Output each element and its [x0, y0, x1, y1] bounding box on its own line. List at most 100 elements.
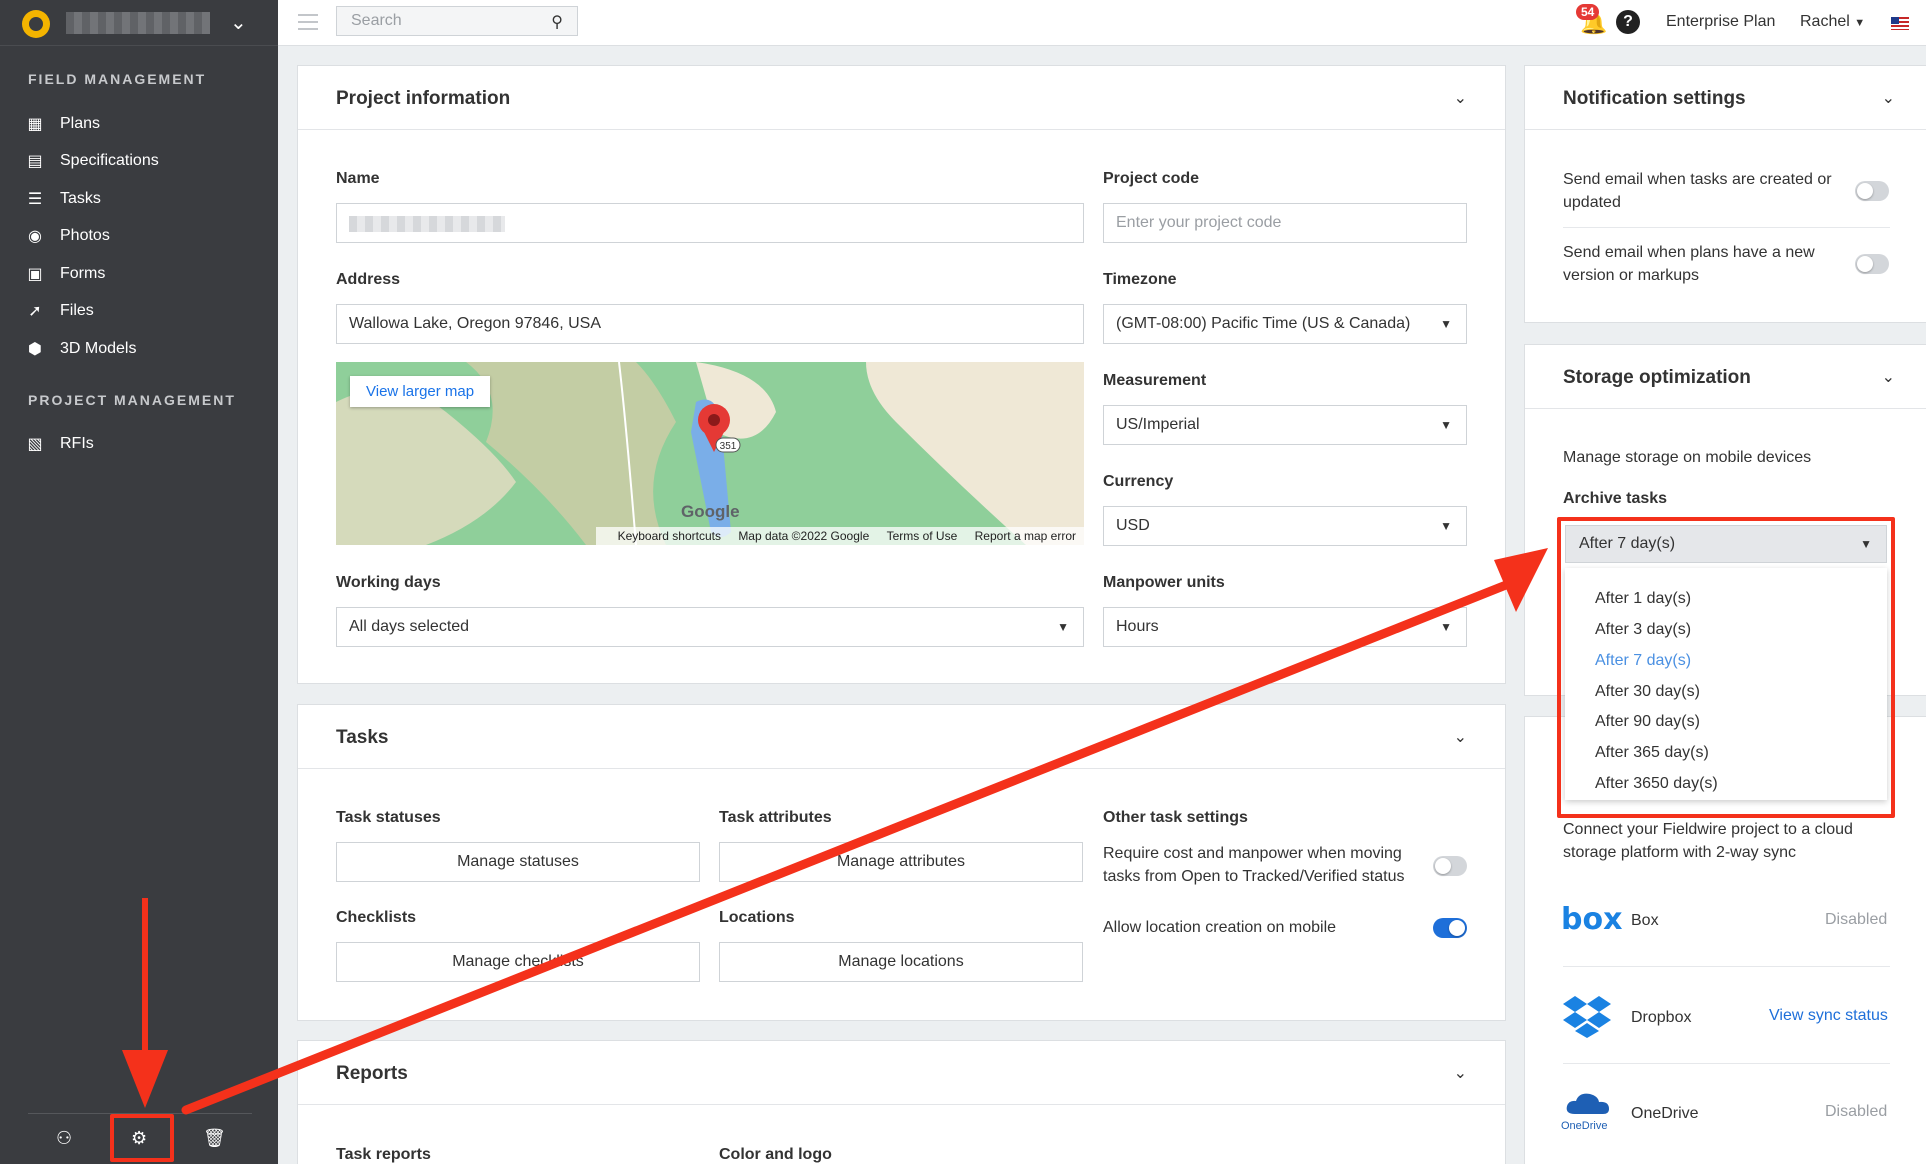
sidebar-item-photos[interactable]: ◉ Photos [26, 221, 266, 251]
task-reports-label: Task reports [336, 1146, 431, 1163]
manage-attributes-button[interactable]: Manage attributes [719, 842, 1083, 882]
allow-location-toggle[interactable] [1433, 918, 1467, 938]
name-value-redacted [349, 216, 505, 232]
sidebar-item-label: Photos [60, 227, 110, 244]
sidebar-item-rfis[interactable]: ▧ RFIs [26, 429, 266, 459]
sidebar-item-label: Tasks [60, 190, 101, 207]
chevron-down-icon[interactable]: ⌄ [1882, 88, 1895, 108]
sidebar-item-label: 3D Models [60, 340, 137, 357]
manpower-units-select[interactable]: Hours ▼ [1103, 607, 1467, 647]
task-attributes-label: Task attributes [719, 809, 832, 826]
reports-card: Reports ⌄ [297, 1040, 1506, 1164]
currency-value: USD [1116, 517, 1150, 534]
notify-tasks-text: Send email when tasks are created or upd… [1563, 171, 1832, 211]
card-title: Storage optimization [1563, 367, 1751, 388]
dropbox-name: Dropbox [1631, 1009, 1692, 1026]
measurement-value: US/Imperial [1116, 416, 1200, 433]
onedrive-name: OneDrive [1631, 1105, 1699, 1122]
help-icon[interactable]: ? [1616, 10, 1640, 34]
measurement-select[interactable]: US/Imperial ▼ [1103, 405, 1467, 445]
caret-down-icon: ▼ [1057, 620, 1069, 634]
manage-locations-button[interactable]: Manage locations [719, 942, 1083, 982]
sidebar-item-3d-models[interactable]: ⬢ 3D Models [26, 334, 266, 364]
people-icon[interactable]: ⚇ [56, 1128, 72, 1149]
keyboard-shortcuts-link[interactable]: Keyboard shortcuts [618, 529, 721, 543]
address-label: Address [336, 271, 401, 288]
plan-link[interactable]: Enterprise Plan [1666, 13, 1775, 31]
notify-tasks-toggle[interactable] [1855, 181, 1889, 201]
manage-checklists-button[interactable]: Manage checklists [336, 942, 700, 982]
box-logo: box [1561, 902, 1623, 937]
section-field-management: FIELD MANAGEMENT [28, 71, 207, 87]
user-name: Rachel [1800, 13, 1850, 30]
manpower-units-label: Manpower units [1103, 574, 1225, 591]
map-footer: Keyboard shortcuts Map data ©2022 Google… [595, 527, 1084, 545]
trash-icon[interactable]: 🗑 [203, 1128, 226, 1149]
caret-down-icon: ▼ [1440, 418, 1452, 432]
name-field[interactable] [336, 203, 1084, 243]
chevron-down-icon[interactable]: ⌄ [1454, 727, 1467, 747]
tasks-header[interactable]: Tasks ⌄ [298, 705, 1505, 769]
fieldwire-logo-icon [22, 10, 50, 38]
other-task-settings-label: Other task settings [1103, 809, 1248, 826]
notification-settings-header[interactable]: Notification settings ⌄ [1525, 66, 1926, 130]
caret-down-icon: ▼ [1440, 519, 1452, 533]
cube-icon: ⬢ [28, 341, 42, 358]
project-switcher[interactable]: ⌄ [0, 0, 278, 46]
sidebar-item-files[interactable]: ➚ Files [26, 296, 266, 326]
sidebar-item-label: Forms [60, 265, 106, 282]
sidebar-item-tasks[interactable]: ☰ Tasks [26, 184, 266, 214]
address-field[interactable]: Wallowa Lake, Oregon 97846, USA [336, 304, 1084, 344]
manage-storage-text: Manage storage on mobile devices [1563, 449, 1812, 466]
sidebar-item-specifications[interactable]: ▤ Specifications [26, 146, 266, 176]
user-menu[interactable]: Rachel ▼ [1800, 13, 1865, 31]
paperclip-icon: ➚ [28, 303, 42, 320]
chevron-down-icon[interactable]: ⌄ [1882, 367, 1895, 387]
chevron-down-icon[interactable]: ⌄ [230, 10, 247, 35]
card-title: Project information [336, 88, 511, 109]
terms-of-use-link[interactable]: Terms of Use [887, 529, 958, 543]
currency-select[interactable]: USD ▼ [1103, 506, 1467, 546]
search-box: ⚲ [336, 6, 578, 36]
onedrive-logo-label: OneDrive [1561, 1120, 1608, 1132]
name-label: Name [336, 170, 380, 187]
sidebar-item-forms[interactable]: ▣ Forms [26, 259, 266, 289]
chevron-down-icon[interactable]: ⌄ [1454, 1063, 1467, 1083]
manage-statuses-button[interactable]: Manage statuses [336, 842, 700, 882]
notify-plans-text: Send email when plans have a new version… [1563, 244, 1815, 284]
notify-plans-toggle[interactable] [1855, 254, 1889, 274]
integrations-description: Connect your Fieldwire project to a clou… [1563, 821, 1853, 861]
caret-down-icon: ▼ [1440, 317, 1452, 331]
google-logo: Google [681, 502, 740, 521]
project-name-redacted [66, 12, 210, 34]
reports-header[interactable]: Reports ⌄ [298, 1041, 1505, 1105]
sidebar-item-plans[interactable]: ▦ Plans [26, 109, 266, 139]
chevron-down-icon[interactable]: ⌄ [1454, 88, 1467, 108]
view-sync-status-link[interactable]: View sync status [1769, 1007, 1888, 1025]
report-map-error-link[interactable]: Report a map error [975, 529, 1076, 543]
map-data-text: Map data ©2022 Google [738, 529, 870, 543]
sidebar-item-label: RFIs [60, 435, 94, 452]
search-input[interactable] [337, 7, 537, 35]
dropbox-logo-icon [1563, 994, 1611, 1038]
require-cost-text: Require cost and manpower when moving ta… [1103, 845, 1405, 885]
timezone-select[interactable]: (GMT-08:00) Pacific Time (US & Canada) ▼ [1103, 304, 1467, 344]
timezone-value: (GMT-08:00) Pacific Time (US & Canada) [1116, 315, 1411, 332]
project-code-field[interactable]: Enter your project code [1103, 203, 1467, 243]
card-title: Tasks [336, 727, 389, 748]
require-cost-toggle[interactable] [1433, 856, 1467, 876]
working-days-select[interactable]: All days selected ▼ [336, 607, 1084, 647]
us-flag-icon[interactable] [1891, 17, 1909, 30]
hamburger-menu-icon[interactable] [298, 14, 318, 35]
sidebar-item-label: Specifications [60, 152, 159, 169]
card-title: Notification settings [1563, 88, 1746, 109]
storage-optimization-header[interactable]: Storage optimization ⌄ [1525, 345, 1926, 409]
card-title: Reports [336, 1063, 408, 1084]
caret-down-icon: ▼ [1854, 17, 1866, 29]
view-larger-map-link[interactable]: View larger map [350, 376, 491, 407]
archive-tasks-label: Archive tasks [1563, 490, 1668, 507]
project-information-header[interactable]: Project information ⌄ [298, 66, 1505, 130]
location-map[interactable]: 351 View larger map Google Keyboard shor… [336, 362, 1084, 545]
top-bar: ⚲ 🔔 54 ? Enterprise Plan Rachel ▼ [278, 0, 1926, 46]
search-icon[interactable]: ⚲ [551, 12, 563, 32]
